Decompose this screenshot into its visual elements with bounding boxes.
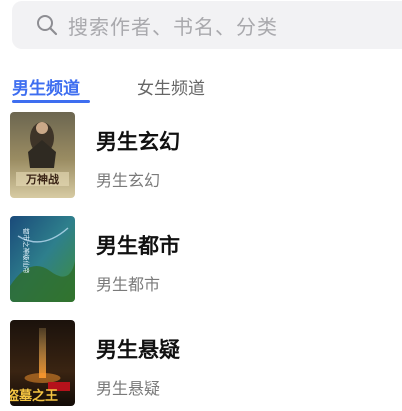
page: 搜索作者、书名、分类 男生频道 女生频道 万神战 男生玄幻 男生玄幻 都市之神级… (0, 0, 402, 411)
search-bar[interactable]: 搜索作者、书名、分类 (12, 1, 402, 49)
category-item-mystery[interactable]: 盗墓之王 男生悬疑 男生悬疑 (0, 320, 402, 406)
category-title: 男生玄幻 (96, 130, 180, 154)
category-subtitle: 男生玄幻 (96, 171, 161, 190)
channel-tabs: 男生频道 女生频道 (0, 66, 402, 106)
category-title: 男生都市 (96, 234, 180, 258)
category-subtitle: 男生都市 (96, 275, 161, 294)
cover-title-urban: 都市之神级仙帝 (22, 228, 31, 274)
category-item-urban[interactable]: 都市之神级仙帝 男生都市 男生都市 (0, 216, 402, 302)
category-subtitle: 男生悬疑 (96, 379, 161, 398)
cover-title-mystery: 盗墓之王 (10, 388, 58, 404)
book-cover-fantasy: 万神战 (10, 112, 75, 198)
cover-title-fantasy: 万神战 (25, 172, 59, 186)
book-cover-mystery: 盗墓之王 (10, 320, 75, 406)
category-item-fantasy[interactable]: 万神战 男生玄幻 男生玄幻 (0, 112, 402, 198)
search-input[interactable]: 搜索作者、书名、分类 (68, 11, 278, 40)
search-icon (36, 14, 58, 36)
category-title: 男生悬疑 (96, 338, 180, 362)
book-cover-urban: 都市之神级仙帝 (10, 216, 75, 302)
tab-male-channel[interactable]: 男生频道 (12, 74, 80, 99)
active-tab-indicator (12, 100, 90, 103)
tab-female-channel[interactable]: 女生频道 (137, 74, 205, 99)
